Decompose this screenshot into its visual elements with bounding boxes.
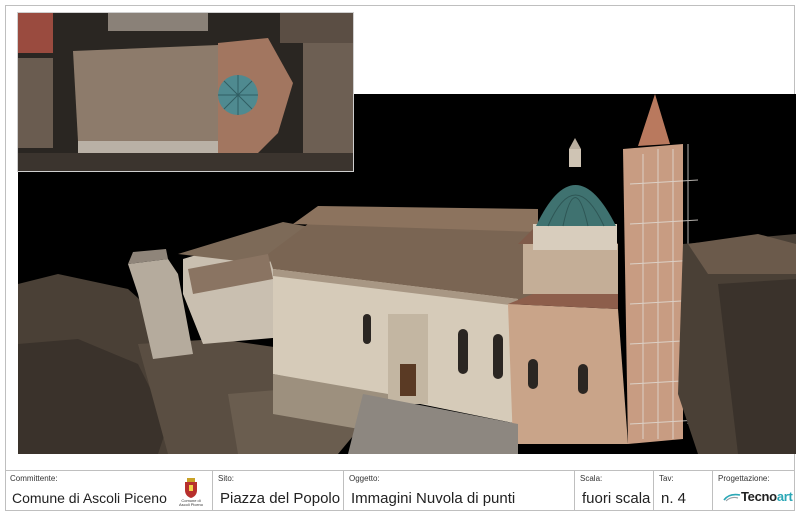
tecnoart-logo-text: Tecnoart	[741, 489, 793, 504]
crest-caption: Comune di Ascoli Piceno	[178, 498, 203, 507]
oggetto-value: Immagini Nuvola di punti	[351, 490, 516, 507]
tav-label: Tav:	[659, 474, 674, 483]
bell-tower	[623, 144, 683, 444]
oggetto-cell: Oggetto: Immagini Nuvola di punti	[344, 471, 575, 511]
committente-label: Committente:	[10, 474, 58, 483]
tav-value: n. 4	[661, 490, 687, 507]
scala-label: Scala:	[580, 474, 603, 483]
logo-prefix: Tecno	[741, 489, 777, 504]
title-block: Committente: Comune di Ascoli Piceno Com…	[5, 470, 795, 511]
sito-value: Piazza del Popolo	[220, 490, 341, 507]
progettazione-label: Progettazione:	[718, 474, 770, 483]
sito-cell: Sito: Piazza del Popolo	[213, 471, 344, 511]
oggetto-label: Oggetto:	[349, 474, 380, 483]
scala-cell: Scala: fuori scala	[575, 471, 654, 511]
scala-value: fuori scala	[582, 490, 651, 507]
point-cloud-top-view	[17, 12, 354, 172]
coat-of-arms-icon: Comune di Ascoli Piceno	[176, 478, 206, 510]
committente-cell: Committente: Comune di Ascoli Piceno Com…	[5, 471, 213, 511]
tecnoart-logo-icon	[723, 493, 741, 501]
tecnoart-logo: Tecnoart	[723, 489, 793, 504]
apse	[508, 304, 628, 444]
nave-roof-top	[73, 45, 218, 141]
portal-door	[400, 364, 416, 396]
sito-label: Sito:	[218, 474, 235, 483]
progettazione-cell: Progettazione: Tecnoart	[713, 471, 795, 511]
logo-suffix: art	[776, 489, 793, 504]
tav-cell: Tav: n. 4	[654, 471, 713, 511]
dome-drum	[533, 224, 617, 250]
committente-value: Comune di Ascoli Piceno	[12, 490, 167, 506]
